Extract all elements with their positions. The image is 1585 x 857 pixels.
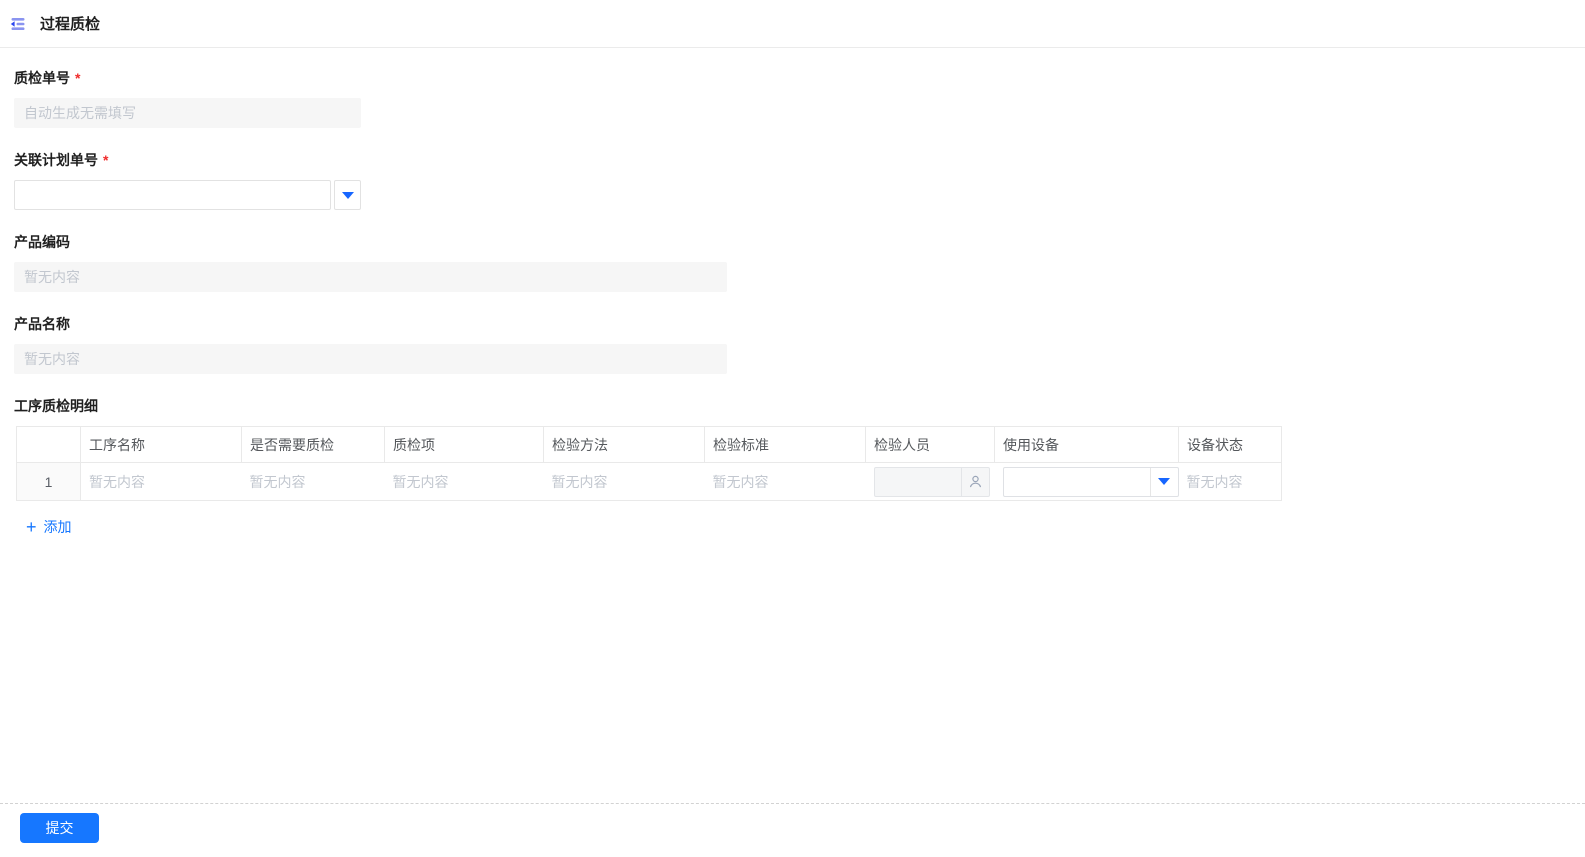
process-name-cell[interactable]: 暂无内容	[81, 463, 242, 501]
col-header-equip-status: 设备状态	[1178, 426, 1282, 463]
plus-icon: +	[26, 517, 37, 537]
equipment-dropdown-button[interactable]	[1149, 467, 1178, 496]
submit-button[interactable]: 提交	[20, 813, 99, 843]
form-area: 质检单号 * 关联计划单号 * 产品编码 产品名称 工序质检明细	[0, 48, 1585, 537]
equipment-picker	[1002, 466, 1179, 497]
col-header-method: 检验方法	[543, 426, 705, 463]
plan-no-input[interactable]	[14, 180, 331, 210]
plan-no-dropdown-button[interactable]	[334, 180, 361, 210]
inspector-input[interactable]	[874, 467, 961, 496]
plan-no-label-row: 关联计划单号 *	[14, 150, 1569, 170]
process-qc-detail-table: 工序名称 是否需要质检 质检项 检验方法 检验标准 检验人员 使用设备 设备状态…	[16, 426, 1282, 501]
qc-no-label: 质检单号	[14, 70, 70, 86]
menu-fold-icon[interactable]	[8, 14, 28, 34]
equipment-status-cell: 暂无内容	[1186, 473, 1243, 490]
caret-down-icon	[341, 191, 354, 199]
product-code-label-row: 产品编码	[14, 232, 1569, 252]
col-header-standard: 检验标准	[704, 426, 866, 463]
row-index-cell: 1	[16, 462, 81, 501]
field-plan-no: 关联计划单号 *	[14, 150, 1569, 210]
required-asterisk: *	[75, 70, 81, 86]
plan-no-label: 关联计划单号	[14, 152, 98, 168]
inspector-select-button[interactable]	[960, 467, 989, 496]
detail-section-label: 工序质检明细	[14, 398, 98, 414]
footer-bar: 提交	[0, 803, 1585, 857]
col-header-qc-item: 质检项	[384, 426, 544, 463]
add-row-label: 添加	[43, 519, 72, 535]
table-row: 1 暂无内容 暂无内容 暂无内容 暂无内容 暂无内容 暂无内容	[16, 462, 1282, 501]
top-bar: 过程质检	[0, 0, 1585, 48]
col-header-process: 工序名称	[80, 426, 242, 463]
standard-cell[interactable]: 暂无内容	[705, 463, 866, 501]
col-header-need-qc: 是否需要质检	[241, 426, 385, 463]
person-icon	[969, 475, 981, 488]
page-title: 过程质检	[40, 16, 101, 33]
qc-no-label-row: 质检单号 *	[14, 68, 1569, 88]
col-header-inspector: 检验人员	[865, 426, 995, 463]
equipment-input[interactable]	[1003, 467, 1150, 496]
field-qc-no: 质检单号 *	[14, 68, 1569, 128]
col-header-equipment: 使用设备	[994, 426, 1179, 463]
equipment-cell	[995, 463, 1179, 501]
inspector-picker	[873, 466, 990, 497]
field-product-code: 产品编码	[14, 232, 1569, 292]
inspector-cell	[866, 463, 995, 501]
qc-no-input[interactable]	[14, 98, 361, 128]
table-header-row: 工序名称 是否需要质检 质检项 检验方法 检验标准 检验人员 使用设备 设备状态	[16, 426, 1282, 463]
need-qc-cell[interactable]: 暂无内容	[242, 463, 385, 501]
product-name-label: 产品名称	[14, 316, 70, 332]
col-header-index	[16, 426, 81, 463]
product-name-label-row: 产品名称	[14, 314, 1569, 334]
plan-no-combo	[14, 180, 1569, 210]
caret-down-icon	[1158, 478, 1170, 485]
method-cell[interactable]: 暂无内容	[544, 463, 705, 501]
add-row-button[interactable]: + 添加	[26, 517, 72, 537]
product-name-input[interactable]	[14, 344, 727, 374]
qc-item-cell[interactable]: 暂无内容	[385, 463, 544, 501]
product-code-label: 产品编码	[14, 234, 70, 250]
required-asterisk: *	[103, 152, 109, 168]
product-code-input[interactable]	[14, 262, 727, 292]
field-product-name: 产品名称	[14, 314, 1569, 374]
